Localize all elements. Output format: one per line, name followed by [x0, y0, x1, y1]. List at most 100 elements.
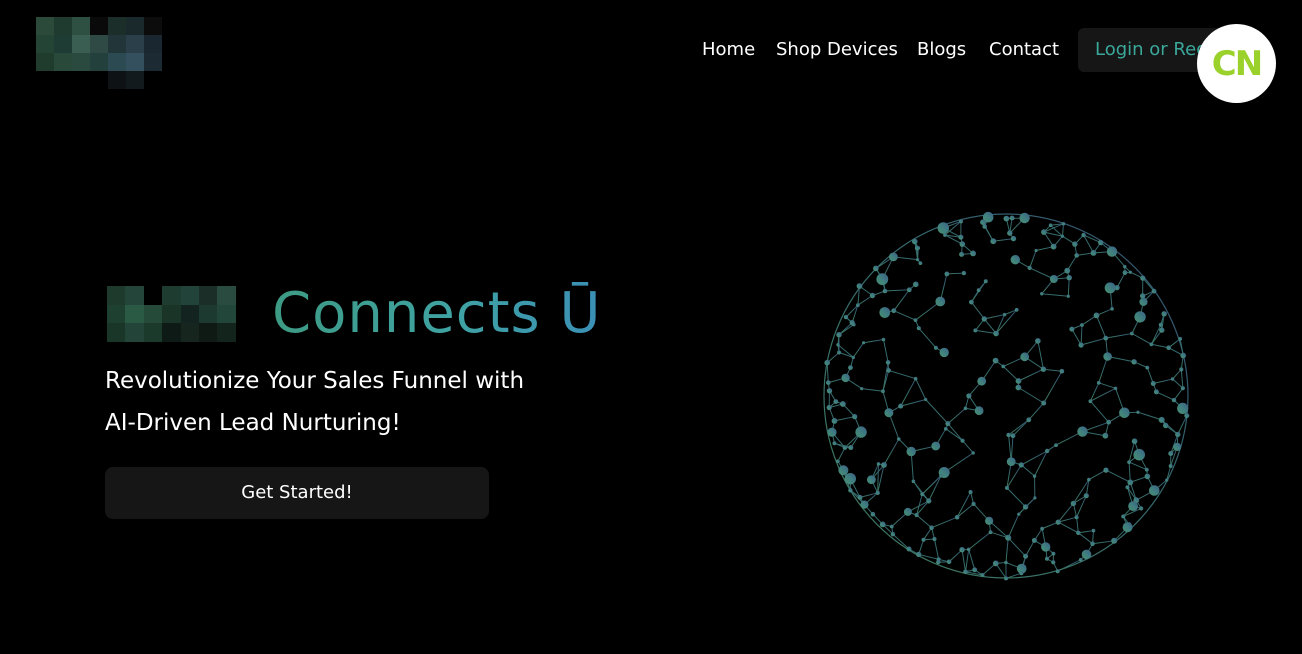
globe-link [916, 514, 932, 529]
globe-link [956, 503, 974, 518]
globe-link [1137, 411, 1162, 421]
hero-brand: Connects Ū [107, 282, 602, 346]
globe-node [959, 547, 965, 553]
globe-node [1139, 297, 1148, 306]
globe-node [1054, 443, 1058, 447]
globe-node [1005, 534, 1012, 541]
globe-node [1026, 417, 1032, 423]
nav-shop-devices-link[interactable]: Shop Devices [776, 28, 898, 72]
globe-node [1055, 519, 1061, 525]
globe-node [1045, 448, 1050, 454]
globe-node [1060, 234, 1065, 238]
cn-badge[interactable]: CN [1197, 24, 1276, 103]
globe-link [965, 549, 970, 572]
globe-node [961, 270, 967, 276]
globe-link [893, 289, 910, 311]
globe-node [1144, 467, 1149, 472]
globe-link [993, 238, 1014, 242]
globe-node [990, 238, 997, 245]
globe-node [1061, 222, 1066, 226]
globe-node [1093, 312, 1100, 319]
globe-node [939, 474, 943, 478]
globe-node [1076, 530, 1081, 535]
globe-node [826, 404, 832, 411]
nav-contact-link[interactable]: Contact [989, 28, 1059, 72]
globe-node [944, 271, 950, 277]
globe-link [1076, 517, 1079, 533]
globe-node [885, 360, 891, 365]
globe-link [1006, 487, 1026, 508]
globe-node [1163, 422, 1169, 429]
globe-node [968, 490, 973, 494]
nav-home-link[interactable]: Home [702, 28, 755, 72]
globe-link [1173, 387, 1184, 401]
globe-node [1103, 335, 1109, 341]
globe-node [1005, 485, 1009, 490]
globe-node [1177, 402, 1189, 414]
get-started-button[interactable]: Get Started! [105, 467, 489, 519]
network-globe-icon [823, 211, 1190, 581]
globe-link [884, 289, 910, 292]
globe-link [961, 549, 966, 572]
globe-link [1150, 324, 1162, 345]
globe-node [966, 393, 972, 399]
globe-node [1027, 265, 1032, 270]
globe-node [970, 250, 976, 257]
globe-node [926, 498, 932, 504]
globe-node [1006, 432, 1011, 438]
globe-node [974, 406, 984, 416]
globe-node [1102, 432, 1109, 439]
globe-node [1072, 241, 1078, 247]
globe-node [946, 559, 952, 565]
globe-node [993, 330, 999, 337]
globe-node [980, 219, 986, 225]
globe-node [1069, 326, 1075, 332]
globe-node [924, 397, 928, 402]
globe-node [898, 403, 904, 409]
globe-node [848, 488, 853, 493]
globe-node [981, 316, 987, 322]
nav-blogs-link[interactable]: Blogs [917, 28, 966, 72]
globe-node [932, 536, 937, 542]
globe-node [903, 507, 912, 516]
globe-node [827, 427, 837, 437]
globe-node [1103, 352, 1112, 361]
globe-node [1144, 473, 1151, 480]
globe-node [840, 401, 846, 407]
landing-page: Home Shop Devices Blogs Contact Login or… [0, 0, 1302, 654]
globe-node [1007, 230, 1013, 236]
globe-link [1007, 513, 1020, 539]
globe-node [881, 389, 885, 394]
globe-node [963, 569, 968, 575]
globe-node [1041, 229, 1047, 235]
globe-node [1010, 235, 1017, 242]
globe-node [1040, 366, 1047, 372]
globe-node [852, 414, 858, 420]
globe-link [983, 318, 997, 334]
globe-node [848, 365, 853, 370]
globe-link [1057, 521, 1079, 534]
globe-link [1018, 387, 1044, 404]
globe-node [860, 500, 869, 509]
globe-link [1067, 277, 1070, 297]
globe-link [1043, 370, 1063, 404]
globe-node [1041, 542, 1051, 552]
globe-link [1071, 328, 1082, 346]
globe-link [1043, 368, 1062, 372]
globe-node [1158, 416, 1165, 423]
globe-node [972, 567, 978, 573]
globe-link [968, 531, 991, 550]
globe-node [836, 459, 840, 464]
globe-node [1078, 342, 1084, 348]
globe-node [1040, 526, 1045, 531]
globe-link [1077, 532, 1093, 545]
globe-node [1087, 477, 1091, 482]
globe-node [1083, 493, 1089, 499]
globe-link [1041, 293, 1069, 297]
globe-node [1033, 496, 1037, 500]
globe-node [876, 462, 881, 466]
globe-node [1045, 556, 1049, 561]
globe-node [971, 451, 975, 455]
globe-link [893, 310, 916, 321]
globe-node [833, 399, 839, 404]
